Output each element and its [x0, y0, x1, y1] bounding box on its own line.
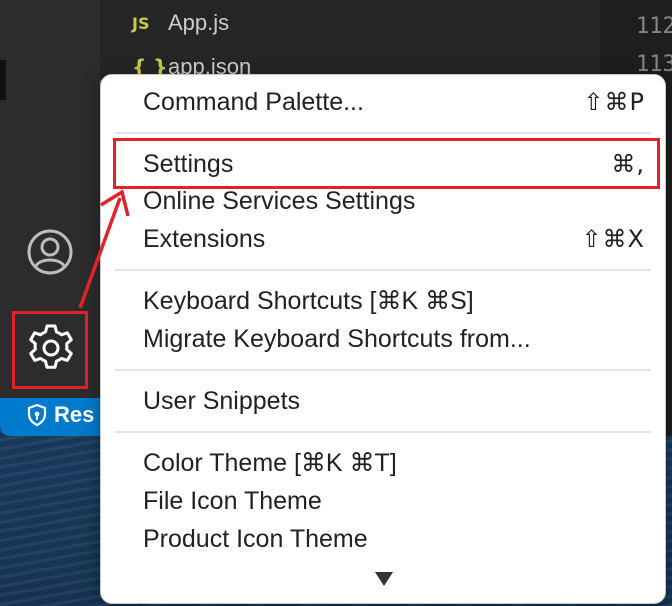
annotation-arrow-icon	[78, 189, 130, 309]
